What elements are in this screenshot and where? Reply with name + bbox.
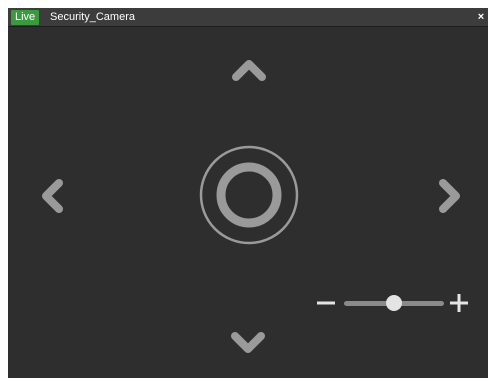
plus-icon [450, 294, 468, 312]
zoom-slider[interactable] [344, 295, 444, 311]
pan-down-button[interactable] [230, 331, 266, 357]
pan-up-button[interactable] [231, 56, 267, 82]
pan-left-button[interactable] [38, 178, 64, 214]
chevron-right-icon [439, 179, 460, 213]
titlebar: Live Security_Camera × [8, 8, 488, 27]
camera-title: Security_Camera [50, 11, 135, 23]
zoom-in-button[interactable] [448, 292, 470, 314]
zoom-out-button[interactable] [315, 292, 337, 314]
live-badge: Live [11, 10, 40, 25]
chevron-up-icon [232, 60, 266, 81]
chevron-down-icon [231, 332, 265, 353]
chevron-left-icon [42, 179, 63, 213]
home-position-button[interactable] [199, 145, 299, 245]
camera-window: Live Security_Camera × [8, 8, 488, 378]
minus-icon [317, 301, 335, 305]
zoom-slider-thumb[interactable] [386, 295, 402, 311]
pan-right-button[interactable] [438, 178, 464, 214]
home-ring-icon [199, 145, 299, 245]
close-button[interactable]: × [476, 9, 486, 25]
